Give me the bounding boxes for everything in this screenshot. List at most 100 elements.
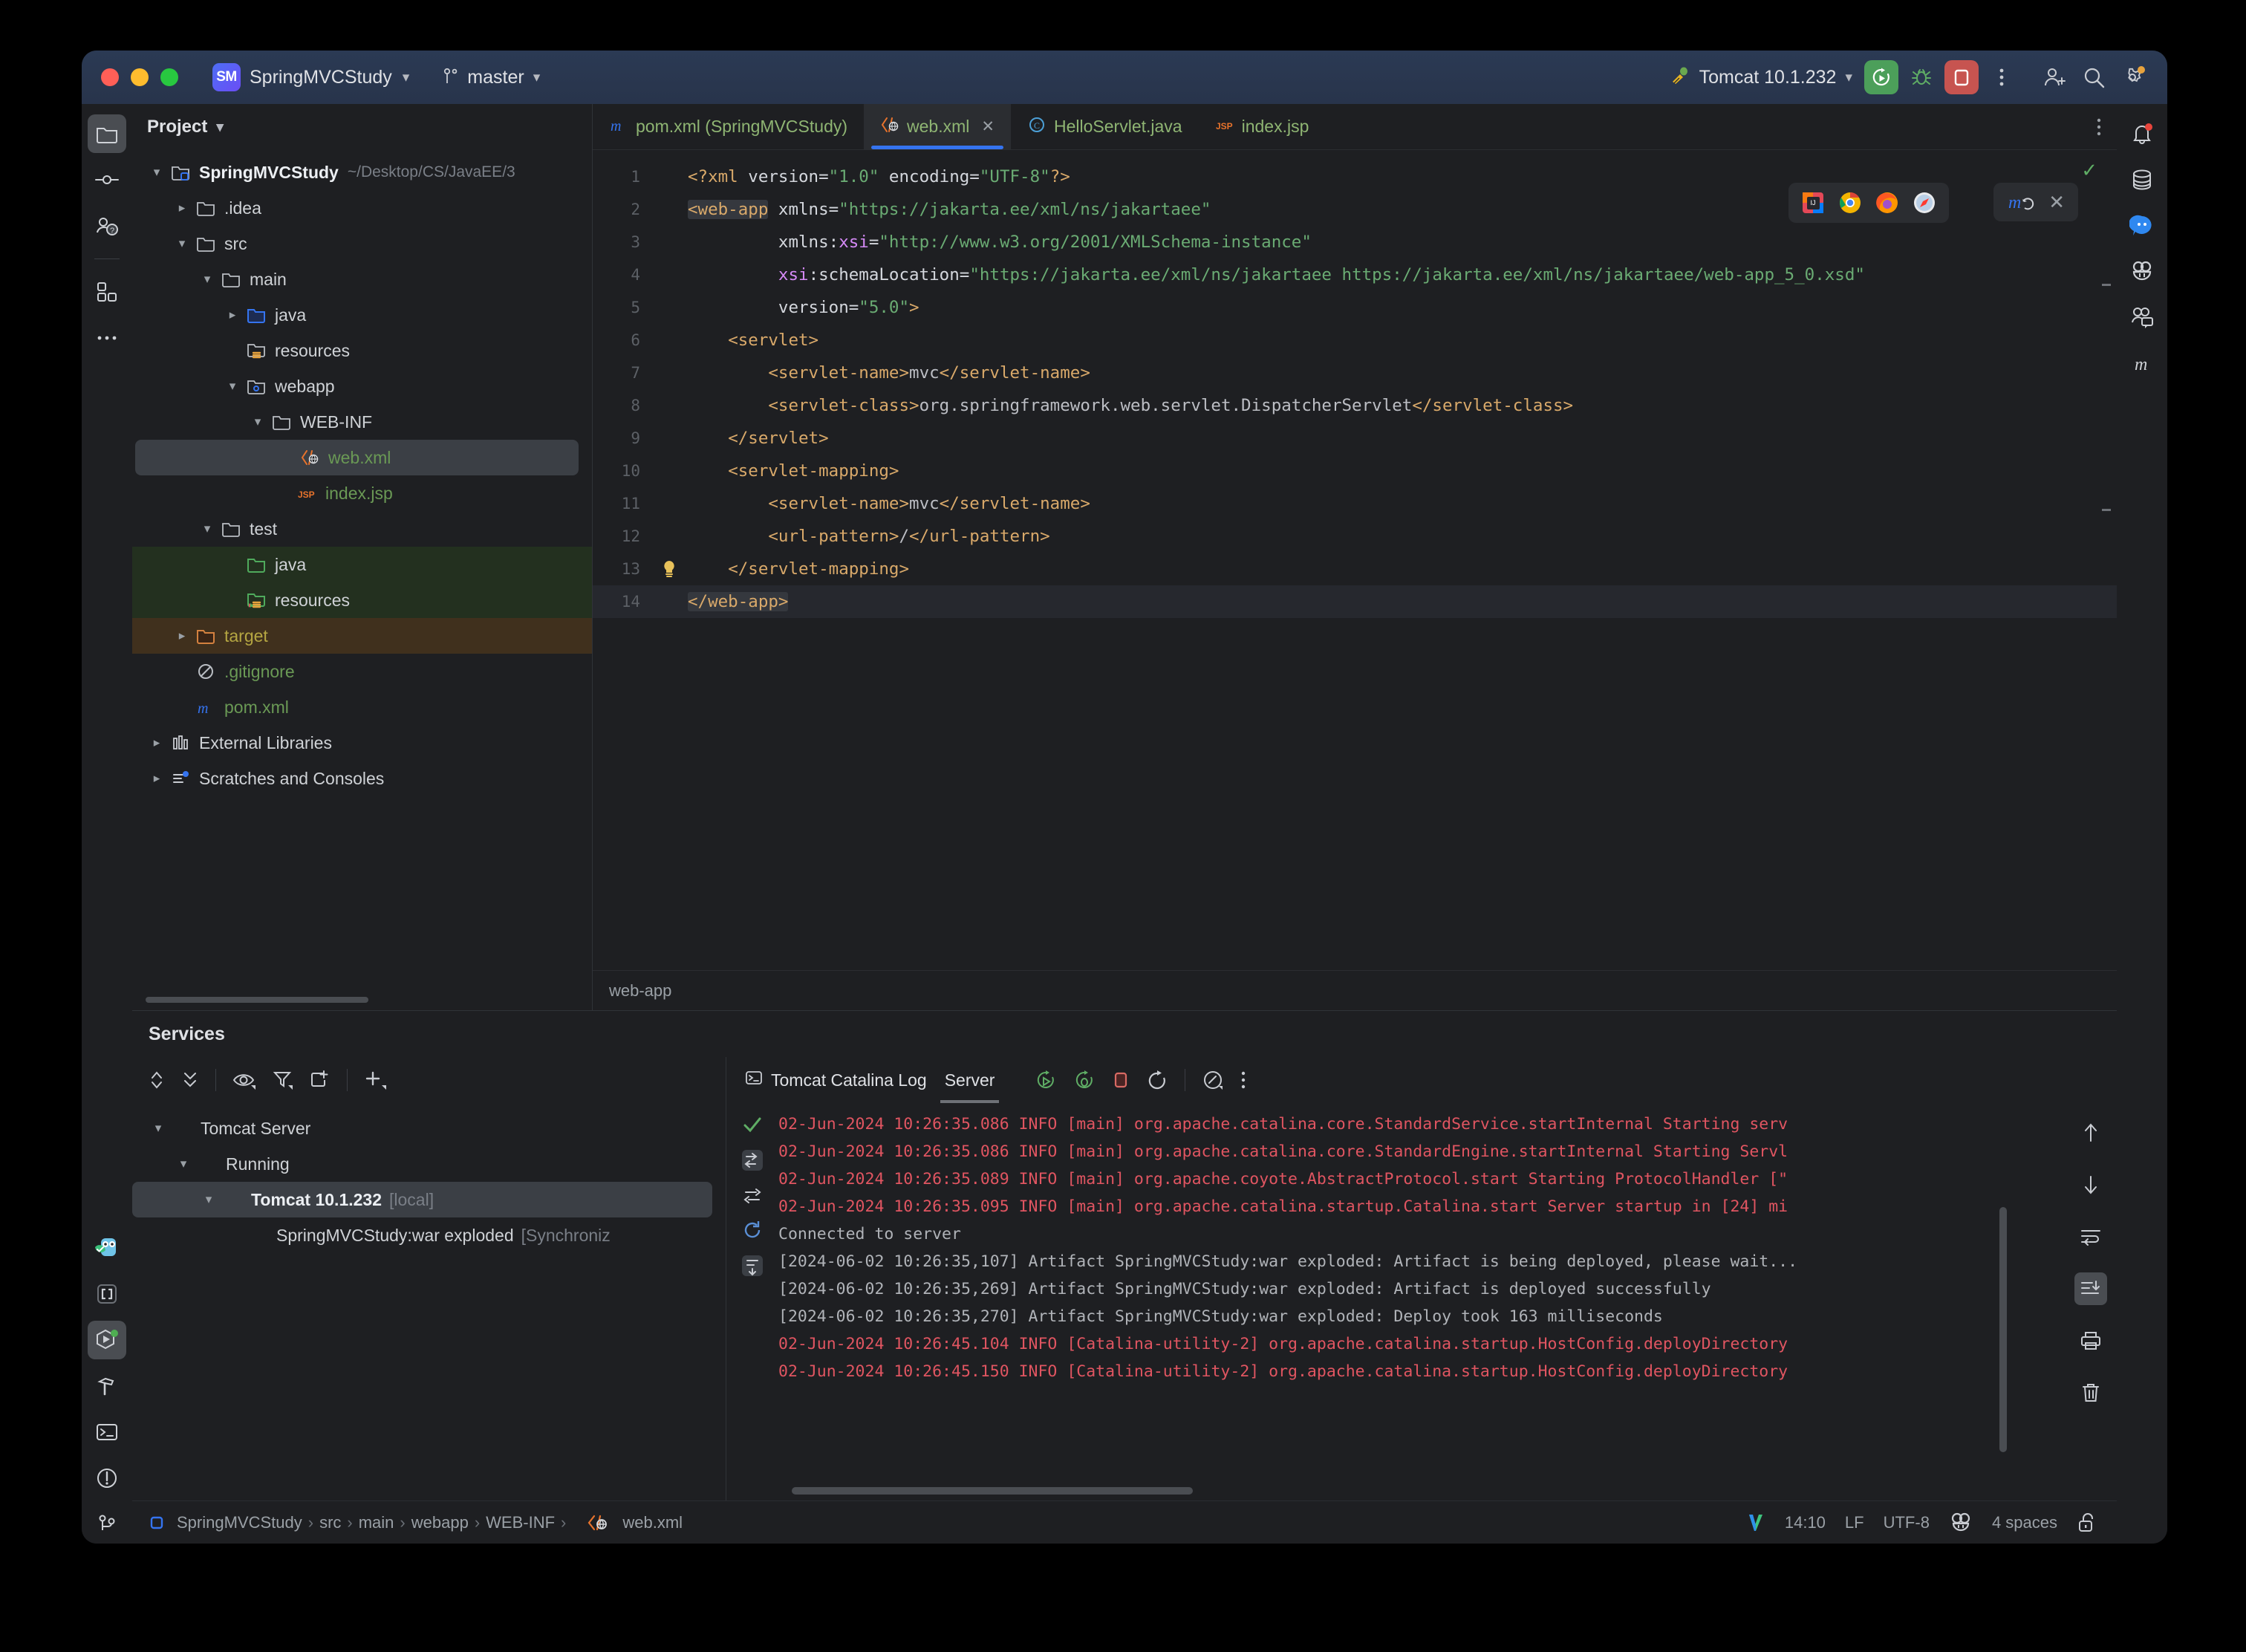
tree-expand-arrow[interactable]: ▾	[171, 236, 193, 251]
sidebar-item-ai-chat[interactable]	[2123, 206, 2161, 245]
rerun-icon[interactable]	[1035, 1069, 1057, 1091]
sidebar-item-git-branch[interactable]	[88, 1505, 126, 1544]
console-gutter[interactable]	[726, 1103, 778, 1500]
tree-node-resources[interactable]: resources	[132, 582, 592, 618]
project-horizontal-scrollbar[interactable]	[146, 997, 368, 1003]
sidebar-item-commit[interactable]	[88, 160, 126, 199]
tree-node-java[interactable]: java	[132, 547, 592, 582]
restart-icon[interactable]	[1146, 1069, 1168, 1091]
export-icon[interactable]	[740, 1253, 765, 1278]
sidebar-item-inspection[interactable]	[88, 1229, 126, 1267]
tree-expand-arrow[interactable]: ▾	[247, 414, 269, 429]
stop-icon[interactable]	[1112, 1070, 1130, 1090]
tree-node-springmvcstudy[interactable]: ▾SpringMVCStudy~/Desktop/CS/JavaEE/3	[132, 155, 592, 190]
tree-node-pom-xml[interactable]: mpom.xml	[132, 689, 592, 725]
tree-expand-arrow[interactable]: ▾	[146, 165, 168, 180]
tree-node-scratches-and-consoles[interactable]: ▸Scratches and Consoles	[132, 761, 592, 796]
console-tab-server[interactable]: Server	[945, 1057, 995, 1103]
tree-node-src[interactable]: ▾src	[132, 226, 592, 261]
filter-icon[interactable]	[273, 1070, 293, 1090]
tree-node-target[interactable]: ▸target	[132, 618, 592, 654]
breadcrumb-element[interactable]: web-app	[609, 981, 671, 1001]
sidebar-item-bookmarks[interactable]	[88, 1275, 126, 1313]
console-side-toolbar[interactable]	[2065, 1103, 2117, 1500]
tree-expand-arrow[interactable]: ▸	[221, 308, 244, 322]
soft-wrap-button[interactable]	[2074, 1220, 2107, 1253]
tree-node-web-inf[interactable]: ▾WEB-INF	[132, 404, 592, 440]
tree-expand-arrow[interactable]: ▸	[146, 771, 168, 786]
rerun-debug-icon[interactable]	[1073, 1069, 1096, 1091]
tree-node-index-jsp[interactable]: JSPindex.jsp	[132, 475, 592, 511]
sidebar-item-code-with-me[interactable]	[2123, 299, 2161, 337]
inspection-status-icon[interactable]: ✓	[2081, 159, 2097, 182]
close-icon[interactable]: ✕	[981, 117, 995, 136]
status-breadcrumb-item[interactable]: webapp	[411, 1513, 469, 1532]
run-configuration-selector[interactable]: Tomcat 10.1.232 ▾	[1670, 67, 1852, 88]
intention-bulb-icon[interactable]	[661, 559, 677, 579]
add-icon[interactable]	[364, 1070, 388, 1090]
sidebar-item-pull-requests[interactable]: ?	[88, 206, 126, 245]
tree-node--gitignore[interactable]: .gitignore	[132, 654, 592, 689]
chrome-icon[interactable]	[1838, 190, 1863, 215]
more-vertical-icon[interactable]	[1240, 1070, 1246, 1090]
window-controls[interactable]	[101, 68, 178, 86]
search-button[interactable]	[2077, 60, 2111, 94]
project-tree[interactable]: ▾SpringMVCStudy~/Desktop/CS/JavaEE/3▸.id…	[132, 150, 592, 991]
scroll-to-end-button[interactable]	[2074, 1272, 2107, 1305]
editor-tab-index-jsp[interactable]: JSPindex.jsp	[1199, 104, 1326, 149]
services-tree[interactable]: ▾Tomcat Server▾Running▾Tomcat 10.1.232[l…	[132, 1103, 726, 1500]
console-horizontal-scrollbar[interactable]	[792, 1487, 1193, 1495]
sidebar-item-services[interactable]	[88, 1321, 126, 1359]
scroll-down-button[interactable]	[2074, 1168, 2107, 1201]
version-control-icon[interactable]	[1746, 1512, 1765, 1534]
maven-reload-icon[interactable]: m	[2007, 190, 2035, 214]
stop-button[interactable]	[1944, 60, 1979, 94]
project-panel-header[interactable]: Project ▾	[132, 104, 592, 150]
scroll-up-button[interactable]	[2074, 1116, 2107, 1149]
refresh-icon[interactable]	[741, 1219, 764, 1241]
editor-tab-pom-xml[interactable]: mpom.xml (SpringMVCStudy)	[593, 104, 864, 149]
tree-node-external-libraries[interactable]: ▸External Libraries	[132, 725, 592, 761]
editor-tab-helloservlet-java[interactable]: CHelloServlet.java	[1011, 104, 1199, 149]
sidebar-item-structure[interactable]	[88, 273, 126, 311]
browser-preview-popup[interactable]: IJ	[1788, 183, 1949, 223]
intellij-icon[interactable]: IJ	[1800, 190, 1826, 215]
editor-tab-web-xml[interactable]: web.xml✕	[864, 104, 1011, 149]
services-node-tomcat-server[interactable]: ▾Tomcat Server	[132, 1110, 726, 1146]
rerun-button[interactable]	[1864, 60, 1898, 94]
console-output[interactable]: 02-Jun-2024 10:26:35.086 INFO [main] org…	[778, 1103, 2065, 1483]
maven-reload-popup[interactable]: m ✕	[1993, 183, 2078, 221]
status-encoding[interactable]: UTF-8	[1884, 1513, 1930, 1532]
console-tabs[interactable]: Tomcat Catalina LogServer	[726, 1057, 2117, 1103]
tree-expand-arrow[interactable]: ▸	[171, 201, 193, 215]
more-options-button[interactable]	[1985, 60, 2019, 94]
sidebar-item-terminal[interactable]	[88, 1413, 126, 1451]
tree-node--idea[interactable]: ▸.idea	[132, 190, 592, 226]
collapse-all-icon[interactable]	[181, 1069, 199, 1091]
status-file-name[interactable]: web.xml	[622, 1513, 683, 1532]
add-user-button[interactable]	[2037, 60, 2071, 94]
sidebar-item-problems[interactable]	[88, 1459, 126, 1497]
status-breadcrumb-item[interactable]: main	[359, 1513, 394, 1532]
debug-button[interactable]	[1904, 60, 1939, 94]
console-vertical-scrollbar[interactable]	[1999, 1207, 2007, 1452]
tree-expand-arrow[interactable]: ▸	[146, 735, 168, 750]
sidebar-item-ai-assistant[interactable]	[2123, 253, 2161, 291]
editor-tabs-more-button[interactable]	[2096, 104, 2117, 149]
services-toolbar[interactable]	[132, 1057, 726, 1103]
tree-expand-arrow[interactable]: ▾	[221, 379, 244, 394]
tree-node-web-xml[interactable]: web.xml	[135, 440, 579, 475]
tree-node-main[interactable]: ▾main	[132, 261, 592, 297]
frames-icon[interactable]	[741, 1185, 764, 1207]
new-tab-icon[interactable]	[310, 1070, 331, 1090]
tree-node-java[interactable]: ▸java	[132, 297, 592, 333]
status-breadcrumbs[interactable]: SpringMVCStudy›src›main›webapp›WEB-INF›	[177, 1513, 572, 1532]
services-node-tomcat-10-1-232[interactable]: ▾Tomcat 10.1.232[local]	[132, 1182, 712, 1217]
tree-expand-arrow[interactable]: ▾	[147, 1121, 169, 1136]
sidebar-item-notifications[interactable]	[2123, 114, 2161, 153]
tree-node-resources[interactable]: resources	[132, 333, 592, 368]
status-line-separator[interactable]: LF	[1845, 1513, 1864, 1532]
status-breadcrumb-item[interactable]: WEB-INF	[486, 1513, 555, 1532]
clear-all-button[interactable]	[2074, 1376, 2107, 1409]
close-icon[interactable]: ✕	[2048, 191, 2065, 214]
